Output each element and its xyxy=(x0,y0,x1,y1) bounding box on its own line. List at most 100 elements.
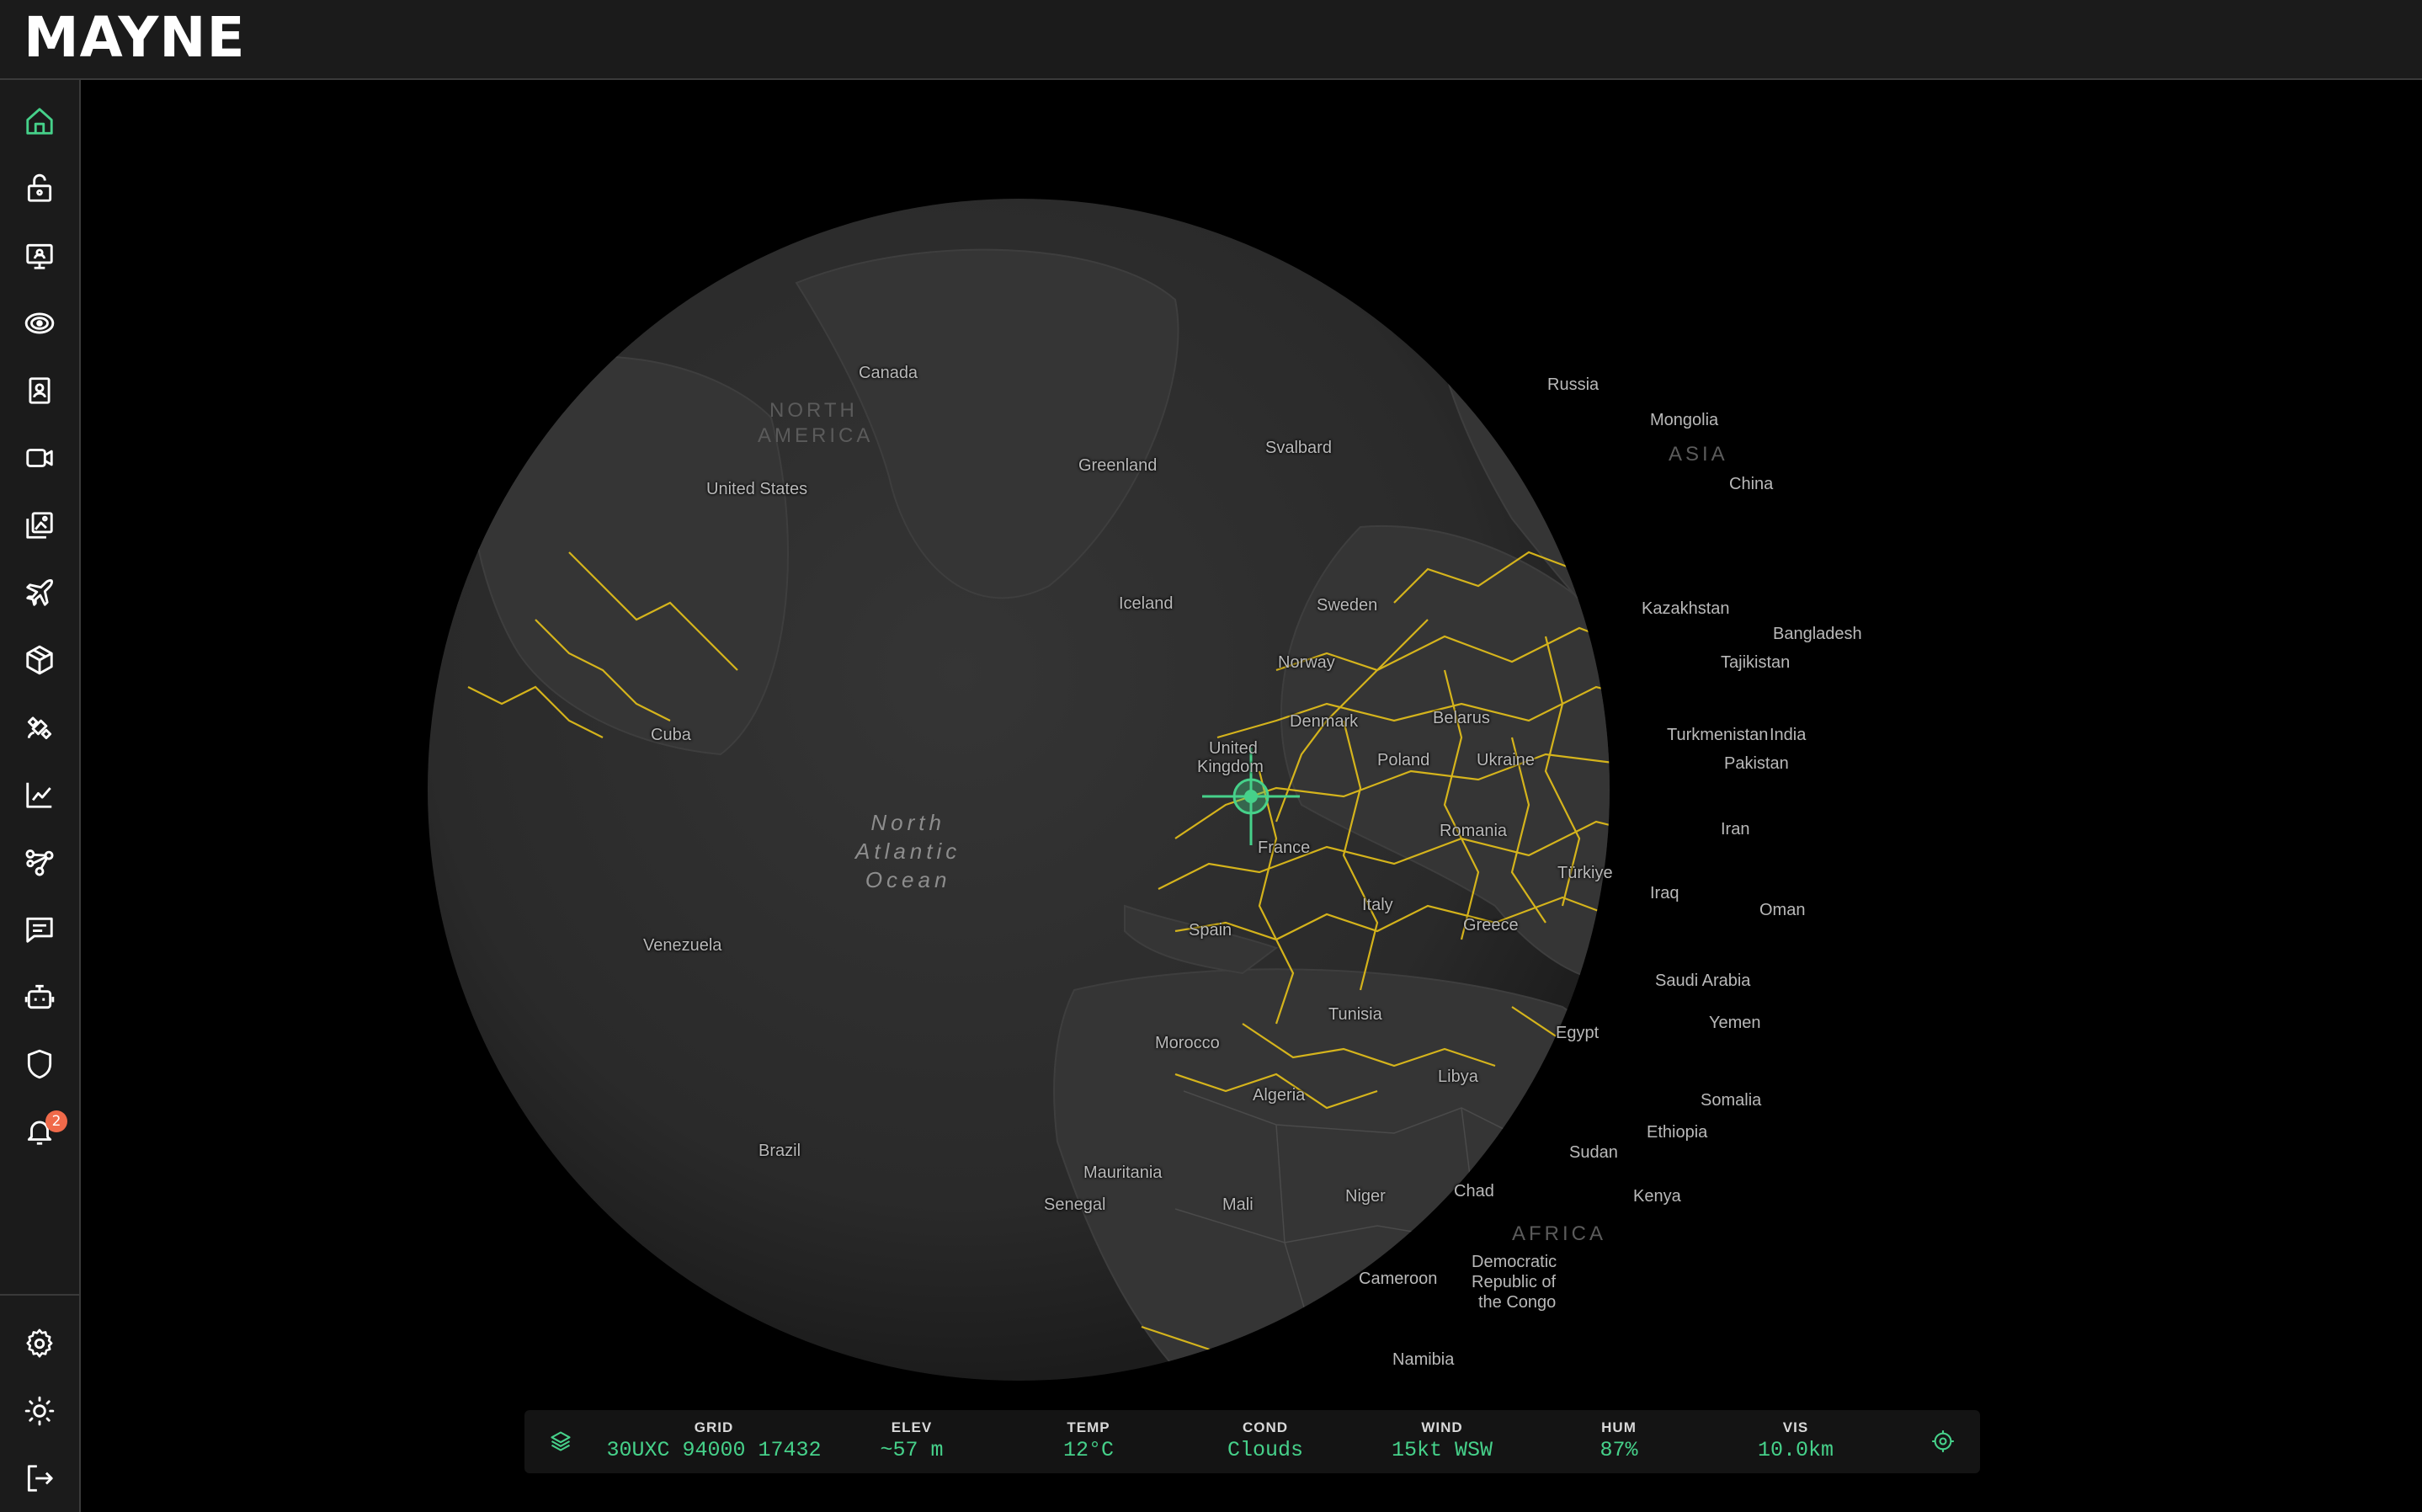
country-label: Namibia xyxy=(1392,1350,1455,1369)
nav-contacts[interactable] xyxy=(15,366,64,415)
country-label: France xyxy=(1258,839,1311,857)
contact-book-icon xyxy=(29,377,51,404)
package-icon xyxy=(26,645,53,675)
layers-icon xyxy=(551,1431,571,1451)
nav-access[interactable] xyxy=(15,164,64,213)
country-label: Libya xyxy=(1438,1067,1478,1086)
country-label: Sudan xyxy=(1569,1143,1618,1162)
country-label: Saudi Arabia xyxy=(1655,972,1751,990)
message-icon xyxy=(26,917,53,943)
country-label: Cuba xyxy=(651,726,691,744)
sidebar-divider xyxy=(0,1294,79,1296)
radar-icon xyxy=(24,312,55,334)
nav-settings[interactable] xyxy=(15,1319,64,1368)
country-label: Mali xyxy=(1222,1195,1254,1214)
country-label: Ethiopia xyxy=(1647,1123,1708,1142)
globe-canvas[interactable] xyxy=(81,81,2422,1512)
sidebar: 2 xyxy=(0,80,81,1512)
gallery-icon xyxy=(26,512,53,539)
country-label: Greece xyxy=(1463,916,1519,934)
country-label: Kazakhstan xyxy=(1642,599,1730,618)
nav-gallery[interactable] xyxy=(15,501,64,550)
nav-notifications[interactable]: 2 xyxy=(15,1107,67,1156)
satellite-icon xyxy=(27,716,52,740)
country-label: Senegal xyxy=(1044,1195,1106,1214)
stat-grid: GRID 30UXC 94000 17432 xyxy=(606,1419,822,1462)
country-label: Cameroon xyxy=(1359,1270,1438,1288)
layers-button[interactable] xyxy=(545,1425,577,1457)
country-label: Belarus xyxy=(1433,709,1490,727)
country-label: Venezuela xyxy=(643,936,722,955)
country-label: Algeria xyxy=(1253,1086,1306,1105)
nav-flights[interactable] xyxy=(15,568,64,617)
network-icon xyxy=(25,849,54,876)
stat-wind: WIND 15kt WSW xyxy=(1391,1419,1493,1462)
logout-icon xyxy=(27,1465,53,1492)
stat-conditions: COND Clouds xyxy=(1227,1419,1303,1462)
locate-icon xyxy=(1932,1430,1954,1452)
country-label: Türkiye xyxy=(1557,864,1613,882)
top-bar: MAYNE xyxy=(0,0,2422,80)
country-label: Bangladesh xyxy=(1773,625,1862,643)
country-label: Chad xyxy=(1454,1182,1494,1201)
region-label: AFRICA xyxy=(1512,1222,1607,1245)
country-label: Somalia xyxy=(1701,1091,1762,1110)
monitor-icon xyxy=(26,243,53,269)
region-label: ASIA xyxy=(1669,443,1728,466)
stat-humidity: HUM 87% xyxy=(1600,1419,1638,1462)
nav-satellites[interactable] xyxy=(15,703,64,752)
recenter-button[interactable] xyxy=(1927,1425,1959,1457)
nav-network[interactable] xyxy=(15,838,64,886)
nav-home[interactable] xyxy=(15,97,64,146)
stat-elevation: ELEV ~57 m xyxy=(880,1419,944,1462)
country-label: Russia xyxy=(1547,375,1600,394)
shield-icon xyxy=(27,1049,52,1079)
country-label: Mongolia xyxy=(1650,411,1719,429)
stat-temperature: TEMP 12°C xyxy=(1062,1419,1114,1462)
nav-bot[interactable] xyxy=(15,972,64,1021)
line-chart-icon xyxy=(26,782,52,808)
country-label: Egypt xyxy=(1556,1024,1600,1042)
country-label: Tunisia xyxy=(1328,1005,1382,1024)
country-label: Yemen xyxy=(1709,1014,1761,1032)
status-bar: GRID 30UXC 94000 17432 ELEV ~57 m TEMP 1… xyxy=(524,1410,1980,1473)
country-label: Morocco xyxy=(1155,1034,1220,1052)
nav-cameras[interactable] xyxy=(15,434,64,482)
country-label: Iceland xyxy=(1119,594,1174,613)
airplane-icon xyxy=(26,579,53,606)
country-label: Kingdom xyxy=(1197,758,1264,776)
country-label: India xyxy=(1770,726,1807,744)
country-label: Iran xyxy=(1721,820,1750,839)
country-label: United xyxy=(1209,739,1258,758)
nav-security[interactable] xyxy=(15,1040,64,1089)
country-label: Svalbard xyxy=(1265,439,1332,457)
region-label: NORTH xyxy=(769,399,858,422)
country-label: Kenya xyxy=(1633,1187,1681,1206)
settings-icon xyxy=(26,1328,53,1358)
lock-open-icon xyxy=(27,173,52,202)
country-label: Sweden xyxy=(1317,596,1378,615)
nav-theme-toggle[interactable] xyxy=(15,1387,64,1435)
country-label: Pakistan xyxy=(1724,754,1789,773)
nav-logout[interactable] xyxy=(15,1454,64,1503)
nav-analytics[interactable] xyxy=(15,770,64,819)
country-label: Brazil xyxy=(759,1142,801,1160)
video-camera-icon xyxy=(26,449,53,467)
nav-messages[interactable] xyxy=(15,905,64,954)
country-label: Mauritania xyxy=(1083,1163,1163,1182)
country-label: Ukraine xyxy=(1477,751,1535,769)
country-label: Norway xyxy=(1278,653,1335,672)
nav-packages[interactable] xyxy=(15,636,64,684)
stat-visibility: VIS 10.0km xyxy=(1757,1419,1834,1462)
region-label: AMERICA xyxy=(758,424,874,447)
country-label: Canada xyxy=(859,364,918,382)
country-label: Spain xyxy=(1189,921,1232,940)
ocean-label: North Atlantic Ocean xyxy=(855,810,961,892)
nav-monitor[interactable] xyxy=(15,232,64,280)
country-label: Denmark xyxy=(1290,712,1359,731)
country-label: United States xyxy=(706,480,808,498)
globe-map-viewport[interactable]: NORTH AMERICA ASIA AFRICA North Atlantic… xyxy=(81,81,2422,1512)
notification-count-badge: 2 xyxy=(45,1110,67,1132)
nav-radar[interactable] xyxy=(15,299,64,348)
country-label: Niger xyxy=(1345,1187,1386,1206)
